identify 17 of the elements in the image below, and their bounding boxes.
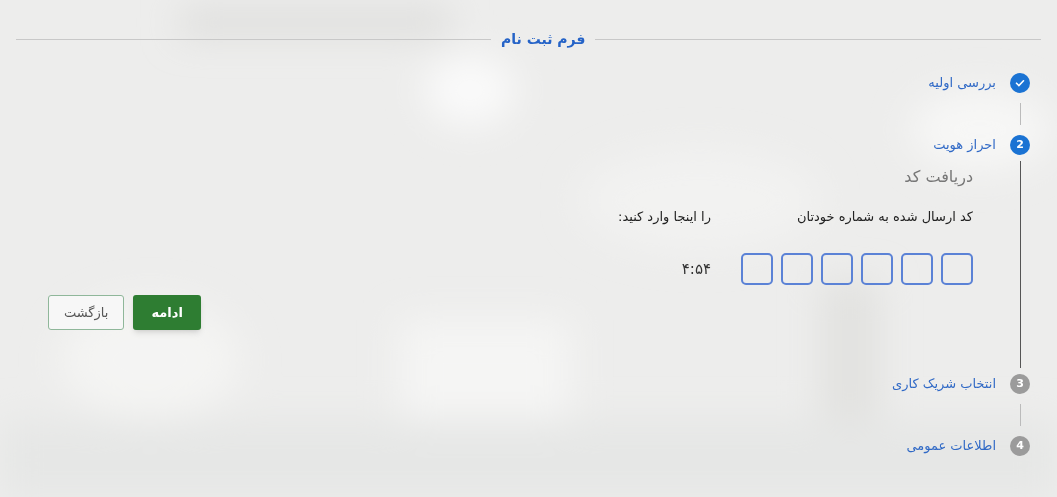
continue-button[interactable]: ادامه [133,295,201,330]
code-digit-field[interactable] [821,253,853,285]
code-digit-field[interactable] [941,253,973,285]
code-digit-field[interactable] [901,253,933,285]
form-title: فرم ثبت نام [500,29,587,50]
instruction-text: را اینجا وارد کنید: [618,209,711,225]
code-digit-field[interactable] [861,253,893,285]
step-label: انتخاب شریک کاری [892,375,996,394]
step-label: بررسی اولیه [928,74,996,93]
section-heading: دریافت کد [903,167,973,187]
step-label: احراز هویت [933,136,996,155]
code-digit-field[interactable] [781,253,813,285]
code-digit-field[interactable] [741,253,773,285]
instruction-text: کد ارسال شده به شماره خودتان [796,209,973,225]
back-button[interactable]: بازگشت [48,295,125,330]
countdown-timer: ۴:۵۴ [681,258,711,280]
step-label: اطلاعات عمومی [906,437,996,456]
